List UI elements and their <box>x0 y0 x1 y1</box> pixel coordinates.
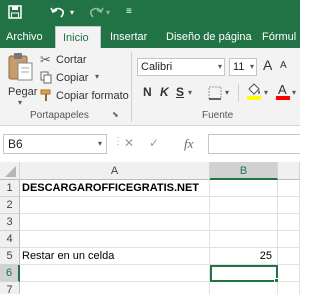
formula-bar-grip-icon: ⋮ <box>113 136 123 147</box>
redo-dropdown-icon[interactable]: ▾ <box>106 8 110 17</box>
underline-dropdown-icon[interactable]: ▾ <box>188 88 192 97</box>
copy-dropdown-icon[interactable]: ▾ <box>95 72 99 81</box>
row-header-5[interactable]: 5 <box>0 248 20 265</box>
cell-c7[interactable] <box>278 282 300 294</box>
tab-formulas[interactable]: Fórmul <box>262 26 296 48</box>
copy-icon <box>40 71 52 84</box>
cell-c1[interactable] <box>278 180 300 197</box>
tab-diseno-pagina[interactable]: Diseño de página <box>166 26 252 48</box>
borders-icon <box>208 86 222 100</box>
paint-bucket-icon <box>248 83 260 95</box>
underline-button[interactable]: S <box>176 85 184 99</box>
cell-b7[interactable] <box>210 282 278 294</box>
cell-b2[interactable] <box>210 197 278 214</box>
fill-color-button[interactable] <box>246 83 262 101</box>
save-icon[interactable] <box>8 5 22 19</box>
chevron-down-icon: ▾ <box>217 62 222 71</box>
borders-dropdown-icon[interactable]: ▾ <box>225 88 229 97</box>
paste-icon <box>8 53 33 81</box>
cell-a2[interactable] <box>20 197 210 214</box>
cell-b5[interactable]: 25 <box>210 248 278 265</box>
paste-label: Pegar <box>8 86 38 98</box>
paste-button[interactable]: Pegar ▾ <box>4 52 38 107</box>
tab-archivo[interactable]: Archivo <box>6 26 43 48</box>
row-header-1[interactable]: 1 <box>0 180 20 197</box>
name-box[interactable]: B6 ▾ <box>3 134 107 154</box>
cancel-icon[interactable]: ✕ <box>124 136 134 150</box>
font-color-dropdown-icon[interactable]: ▾ <box>292 88 296 97</box>
font-size-value: 11 <box>233 61 245 73</box>
cell-b6[interactable] <box>210 265 278 282</box>
quick-access-toolbar: ▾ ▾ ≡ <box>0 0 300 26</box>
cell-b1[interactable] <box>210 180 278 197</box>
formula-input[interactable] <box>208 134 300 154</box>
borders-button[interactable] <box>208 86 222 100</box>
customize-toolbar-icon[interactable]: ≡ <box>126 6 132 17</box>
fill-color-dropdown-icon[interactable]: ▾ <box>264 88 268 97</box>
font-name-select[interactable]: Calibri ▾ <box>137 58 225 76</box>
row-header-6[interactable]: 6 <box>0 265 20 282</box>
row-header-7[interactable]: 7 <box>0 282 20 294</box>
decrease-font-size-button[interactable]: A <box>280 60 287 71</box>
copy-label: Copiar <box>56 72 89 84</box>
row-header-4[interactable]: 4 <box>0 231 20 248</box>
cell-a1[interactable]: DESCARGAROFFICEGRATIS.NET <box>20 180 210 197</box>
select-all-corner[interactable] <box>0 162 20 180</box>
ribbon: Pegar ▾ ✂ Cortar Copiar ▾ Copiar formato… <box>0 48 300 126</box>
cell-b4[interactable] <box>210 231 278 248</box>
enter-icon[interactable]: ✓ <box>149 136 159 150</box>
clipboard-launcher-icon[interactable]: ⬊ <box>112 110 119 119</box>
undo-dropdown-icon[interactable]: ▾ <box>70 8 74 17</box>
scissors-icon: ✂ <box>40 52 51 67</box>
paste-dropdown-icon[interactable]: ▾ <box>18 98 22 107</box>
cell-a3[interactable] <box>20 214 210 231</box>
cell-b3[interactable] <box>210 214 278 231</box>
column-header-a[interactable]: A <box>20 162 210 180</box>
cell-a6[interactable] <box>20 265 210 282</box>
formula-bar: B6 ▾ ⋮ ✕ ✓ fx <box>0 130 300 156</box>
brush-icon <box>40 89 51 101</box>
fill-color-swatch <box>247 96 261 100</box>
increase-font-size-button[interactable]: A <box>263 57 272 73</box>
cell-a4[interactable] <box>20 231 210 248</box>
font-color-swatch <box>276 96 290 100</box>
row-header-3[interactable]: 3 <box>0 214 20 231</box>
font-group-label: Fuente <box>202 110 234 121</box>
column-header-b[interactable]: B <box>210 162 278 180</box>
chevron-down-icon: ▾ <box>249 62 254 71</box>
font-color-letter: A <box>278 82 287 97</box>
insert-function-icon[interactable]: fx <box>184 136 193 152</box>
italic-button[interactable]: K <box>160 85 169 99</box>
clipboard-group-label: Portapapeles <box>30 110 89 121</box>
redo-icon[interactable] <box>88 5 104 19</box>
column-header-c[interactable] <box>278 162 300 180</box>
tab-inicio[interactable]: Inicio <box>55 26 101 48</box>
tab-insertar[interactable]: Insertar <box>110 26 147 48</box>
cell-c5[interactable] <box>278 248 300 265</box>
cell-c6[interactable] <box>278 265 300 282</box>
font-size-select[interactable]: 11 ▾ <box>229 58 257 76</box>
row-header-2[interactable]: 2 <box>0 197 20 214</box>
cell-c2[interactable] <box>278 197 300 214</box>
undo-icon[interactable] <box>50 5 66 19</box>
name-box-value: B6 <box>8 137 23 151</box>
cell-a7[interactable] <box>20 282 210 294</box>
bold-button[interactable]: N <box>143 85 152 99</box>
cell-a5[interactable]: Restar en un celda <box>20 248 210 265</box>
font-name-value: Calibri <box>141 61 173 73</box>
cell-c4[interactable] <box>278 231 300 248</box>
ribbon-tabs: Archivo Inicio Insertar Diseño de página… <box>0 26 300 48</box>
cell-c3[interactable] <box>278 214 300 231</box>
select-all-triangle-icon <box>5 166 16 177</box>
format-painter-label: Copiar formato <box>56 90 129 102</box>
font-color-button[interactable]: A <box>276 82 290 101</box>
chevron-down-icon: ▾ <box>97 139 102 148</box>
cut-label: Cortar <box>56 54 87 66</box>
spreadsheet-grid: A B 1 DESCARGAROFFICEGRATIS.NET 2 3 4 5 Restar… <box>0 162 300 294</box>
